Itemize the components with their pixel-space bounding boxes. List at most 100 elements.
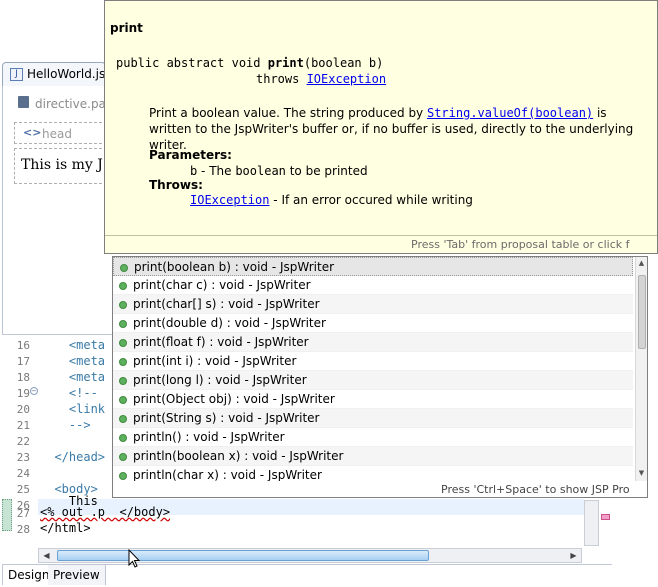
signature-modifiers: public abstract void <box>116 56 268 70</box>
proposal-item[interactable]: print(String s) : void - JspWriter <box>113 409 633 428</box>
proposal-label: print(String s) : void - JspWriter <box>133 411 320 425</box>
proposal-item[interactable]: print(char[] s) : void - JspWriter <box>113 295 633 314</box>
code-line[interactable]: <link <box>40 402 105 416</box>
throws-ioexception: IOException - If an error occured while … <box>190 193 473 207</box>
public-method-icon <box>119 358 127 366</box>
javadoc-footer-separator <box>105 235 657 236</box>
code-line[interactable]: <!-- <box>40 386 98 400</box>
throws-keyword: throws <box>256 72 307 86</box>
ioexception-link[interactable]: IOException <box>307 72 386 86</box>
head-element-box[interactable]: <> head <box>14 122 107 144</box>
proposal-label: print(float f) : void - JspWriter <box>133 335 309 349</box>
proposal-item[interactable]: println() : void - JspWriter <box>113 428 633 447</box>
body-element-box[interactable]: This is my JSP <box>14 148 122 184</box>
scrollbar-thumb[interactable] <box>57 550 429 561</box>
throws-desc: - If an error occured while writing <box>269 193 473 207</box>
proposal-list[interactable]: print(boolean b) : void - JspWriter prin… <box>113 257 633 481</box>
proposal-item[interactable]: print(int i) : void - JspWriter <box>113 352 633 371</box>
line-number: 19 <box>16 387 30 400</box>
line-number: 16 <box>16 339 30 352</box>
proposal-label: print(long l) : void - JspWriter <box>133 373 307 387</box>
public-method-icon <box>119 339 127 347</box>
line-number: 24 <box>16 467 30 480</box>
code-line[interactable]: --> <box>40 418 91 432</box>
proposal-item[interactable]: print(Object obj) : void - JspWriter <box>113 390 633 409</box>
editor-tab-label: HelloWorld.jsp <box>27 67 113 81</box>
scrollbar-thumb[interactable] <box>638 275 646 349</box>
proposal-item[interactable]: print(long l) : void - JspWriter <box>113 371 633 390</box>
proposal-item[interactable]: print(char c) : void - JspWriter <box>113 276 633 295</box>
proposal-label: println() : void - JspWriter <box>133 430 285 444</box>
code-line[interactable]: <meta <box>40 354 105 368</box>
directive-icon <box>18 96 29 108</box>
line-number: 28 <box>16 523 30 536</box>
proposal-label: print(char c) : void - JspWriter <box>133 278 311 292</box>
proposal-item[interactable]: print(double d) : void - JspWriter <box>113 314 633 333</box>
proposal-label: print(double d) : void - JspWriter <box>133 316 326 330</box>
public-method-icon <box>119 282 127 290</box>
line-number: 23 <box>16 451 30 464</box>
mouse-pointer-icon <box>128 549 141 568</box>
line-number: 20 <box>16 403 30 416</box>
line-number: 27 <box>16 507 30 520</box>
scroll-left-arrow-icon[interactable]: ◀ <box>39 549 54 562</box>
public-method-icon <box>119 472 127 480</box>
code-line-current[interactable]: <% out .p </body> <box>40 505 170 519</box>
fold-collapse-icon[interactable]: − <box>30 387 38 395</box>
method-signature: public abstract void print(boolean b) <box>116 56 383 70</box>
jsp-file-icon: J <box>10 68 23 81</box>
public-method-icon <box>119 320 127 328</box>
proposal-label: print(char[] s) : void - JspWriter <box>133 297 320 311</box>
proposal-label: println(char x) : void - JspWriter <box>133 468 322 481</box>
design-pane[interactable]: directive.page <> head This is my JSP <box>2 86 122 334</box>
line-number: 25 <box>16 483 30 496</box>
public-method-icon <box>119 434 127 442</box>
proposal-footer-hint: Press 'Ctrl+Space' to show JSP Pro <box>441 483 630 496</box>
vertical-scrollbar[interactable] <box>584 500 599 546</box>
proposal-item[interactable]: println(boolean x) : void - JspWriter <box>113 447 633 466</box>
error-overview-marker[interactable] <box>601 514 610 520</box>
signature-params: (boolean b) <box>303 56 384 70</box>
html-tag-icon: <> <box>23 126 42 139</box>
line-number: 21 <box>16 419 30 432</box>
throws-ioexception-link[interactable]: IOException <box>190 193 269 207</box>
proposal-scrollbar[interactable]: ▲ ▼ <box>635 257 647 481</box>
code-line[interactable]: <meta <box>40 370 105 384</box>
proposal-item[interactable]: print(boolean b) : void - JspWriter <box>113 257 633 276</box>
javadoc-popup[interactable]: print public abstract void print(boolean… <box>104 0 658 254</box>
public-method-icon <box>119 415 127 423</box>
scroll-right-arrow-icon[interactable]: ▶ <box>566 549 581 562</box>
proposal-label: print(int i) : void - JspWriter <box>133 354 297 368</box>
proposal-label: print(Object obj) : void - JspWriter <box>133 392 335 406</box>
horizontal-scrollbar[interactable]: ◀ ▶ <box>38 548 582 563</box>
signature-method-name: print <box>267 56 304 70</box>
javadoc-footer-hint: Press 'Tab' from proposal table or click… <box>411 238 630 251</box>
proposal-label: println(boolean x) : void - JspWriter <box>133 449 344 463</box>
code-line[interactable]: </html> <box>40 521 91 535</box>
line-number: 17 <box>16 355 30 368</box>
public-method-icon <box>120 264 128 272</box>
head-label: head <box>42 127 72 141</box>
javadoc-title: print <box>110 21 143 35</box>
public-method-icon <box>119 377 127 385</box>
param-desc: to be printed <box>285 164 368 178</box>
scroll-down-arrow-icon[interactable]: ▼ <box>636 469 647 477</box>
param-sep: - The <box>197 164 236 178</box>
line-number: 18 <box>16 371 30 384</box>
editor-tab-helloworld[interactable]: J HelloWorld.jsp <box>2 62 113 86</box>
javadoc-description: Print a boolean value. The string produc… <box>149 105 649 153</box>
proposal-item[interactable]: println(char x) : void - JspWriter <box>113 466 633 481</box>
line-number: 22 <box>16 435 30 448</box>
scroll-up-arrow-icon[interactable]: ▲ <box>636 259 647 267</box>
tab-preview[interactable]: Preview <box>48 565 106 585</box>
throws-heading: Throws: <box>149 178 203 192</box>
string-valueof-link[interactable]: String.valueOf(boolean) <box>427 106 593 120</box>
public-method-icon <box>119 396 127 404</box>
code-line[interactable]: <meta <box>40 338 105 352</box>
param-type: boolean <box>235 164 286 178</box>
code-line[interactable]: </head> <box>40 450 105 464</box>
content-assist-popup[interactable]: print(boolean b) : void - JspWriter prin… <box>112 256 648 498</box>
description-text: Print a boolean value. The string produc… <box>149 106 427 120</box>
public-method-icon <box>119 453 127 461</box>
proposal-item[interactable]: print(float f) : void - JspWriter <box>113 333 633 352</box>
